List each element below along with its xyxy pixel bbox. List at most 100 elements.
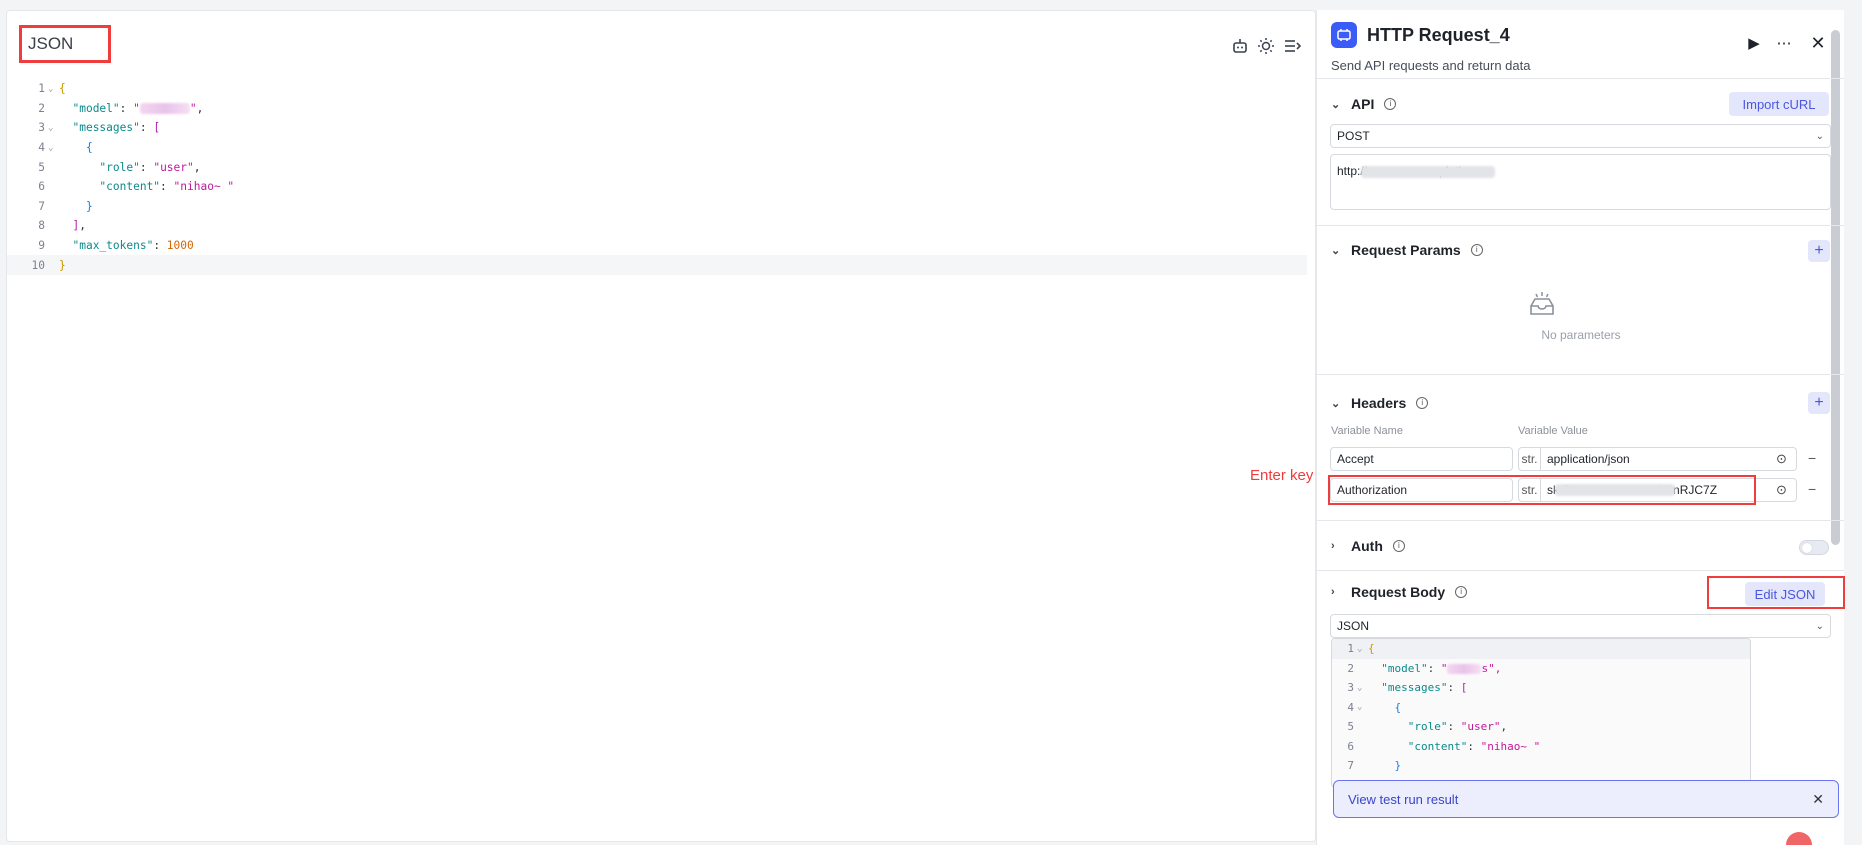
section-request-params[interactable]: ⌄ Request Params i xyxy=(1331,242,1483,258)
line-number: 10 xyxy=(31,258,45,272)
remove-header-button[interactable]: − xyxy=(1808,481,1816,497)
model-key: "model" xyxy=(72,101,120,115)
line-number: 2 xyxy=(38,101,45,115)
chevron-right-icon: › xyxy=(1331,540,1335,552)
code-line: 1 ⌄{ xyxy=(1332,639,1750,659)
redacted-model xyxy=(1447,663,1482,674)
close-icon[interactable]: ✕ xyxy=(1805,30,1831,56)
line-number: 3 xyxy=(38,121,45,135)
col-variable-value: Variable Value xyxy=(1518,425,1588,437)
theme-sun-icon[interactable] xyxy=(1257,37,1277,57)
chevron-down-icon: ⌄ xyxy=(1815,620,1824,632)
fold-icon[interactable]: ⌄ xyxy=(1354,644,1368,654)
robot-icon[interactable] xyxy=(1231,37,1251,57)
import-curl-button[interactable]: Import cURL xyxy=(1729,92,1829,116)
add-param-button[interactable]: + xyxy=(1808,240,1830,262)
run-play-icon[interactable]: ▶ xyxy=(1741,30,1767,56)
fold-icon[interactable]: ⌄ xyxy=(45,84,59,94)
messages-key: "messages" xyxy=(72,121,140,135)
body-type-select[interactable]: JSON ⌄ xyxy=(1330,614,1831,638)
divider xyxy=(1317,374,1844,375)
variable-picker-icon[interactable]: ⊙ xyxy=(1776,451,1796,467)
test-run-toast[interactable]: View test run result ✕ xyxy=(1333,780,1839,818)
editor-header: JSON xyxy=(7,11,1315,63)
editor-title: JSON xyxy=(19,25,111,63)
fold-icon[interactable]: ⌄ xyxy=(1354,683,1368,693)
code-line: 5 "role": "user", xyxy=(1332,717,1750,737)
json-code[interactable]: 1 ⌄{ 2 "model": " ", 3 ⌄ "messages": [ 4 ⌄ {… xyxy=(7,79,1307,275)
section-api[interactable]: ⌄ API i xyxy=(1331,96,1397,112)
header-name-input[interactable]: Accept xyxy=(1330,447,1513,471)
section-params-label: Request Params xyxy=(1351,242,1461,258)
code-line: 2 "model": " s", xyxy=(1332,659,1750,679)
panel-header: HTTP Request_4 xyxy=(1331,22,1510,48)
scrollbar[interactable] xyxy=(1831,30,1840,545)
model-key: "model" xyxy=(1381,661,1428,675)
divider xyxy=(1317,78,1844,79)
info-icon: i xyxy=(1416,397,1429,409)
code-line: 3 ⌄ "messages": [ xyxy=(1332,678,1750,698)
content-value: "nihao~ " xyxy=(173,180,235,194)
max-tokens-value: 1000 xyxy=(166,239,194,253)
close-icon[interactable]: ✕ xyxy=(1812,791,1824,808)
remove-header-button[interactable]: − xyxy=(1808,450,1816,466)
line-number: 5 xyxy=(38,160,45,174)
json-editor-panel: JSON 1 ⌄{ 2 "model": " ", 3 ⌄ "messages": [… xyxy=(6,10,1316,842)
divider xyxy=(1317,570,1844,571)
method-select[interactable]: POST ⌄ xyxy=(1330,124,1831,148)
section-api-label: API xyxy=(1351,96,1375,112)
body-type-value: JSON xyxy=(1337,619,1370,633)
info-icon: i xyxy=(1384,98,1397,110)
more-icon[interactable]: ⋯ xyxy=(1771,30,1797,56)
max-tokens-key: "max_tokens" xyxy=(72,239,154,253)
redacted-model xyxy=(139,103,190,115)
section-body-label: Request Body xyxy=(1351,584,1446,600)
panel-title: HTTP Request_4 xyxy=(1367,24,1510,45)
header-value-input[interactable]: str. application/json ⊙ xyxy=(1518,447,1797,471)
wrap-lines-icon[interactable] xyxy=(1283,37,1303,57)
line-number: 1 xyxy=(1347,642,1354,656)
section-auth-label: Auth xyxy=(1351,538,1383,554)
empty-inbox-icon xyxy=(1527,290,1557,320)
highlight-authorization-row xyxy=(1328,475,1756,505)
section-request-body[interactable]: › Request Body i xyxy=(1331,584,1468,600)
view-test-run-link[interactable]: View test run result xyxy=(1348,792,1458,807)
app-root: JSON 1 ⌄{ 2 "model": " ", 3 ⌄ "messages": [… xyxy=(0,0,1862,845)
code-line: 4 ⌄ { xyxy=(1332,698,1750,718)
fold-icon[interactable]: ⌄ xyxy=(1354,702,1368,712)
col-variable-name: Variable Name xyxy=(1331,425,1403,437)
section-headers[interactable]: ⌄ Headers i xyxy=(1331,395,1429,411)
chevron-down-icon: ⌄ xyxy=(1331,397,1341,410)
model-tail: s", xyxy=(1481,661,1502,675)
code-line: 2 "model": " ", xyxy=(7,99,1307,119)
auth-toggle[interactable] xyxy=(1799,540,1829,555)
header-name-value: Accept xyxy=(1337,452,1374,466)
line-number: 9 xyxy=(38,239,45,253)
content-key: "content" xyxy=(1407,739,1468,753)
info-icon: i xyxy=(1455,586,1468,598)
line-number: 4 xyxy=(38,141,45,155)
info-icon: i xyxy=(1392,540,1405,552)
line-number: 8 xyxy=(38,219,45,233)
role-value: "user" xyxy=(1460,720,1501,734)
fold-icon[interactable]: ⌄ xyxy=(45,123,59,133)
chevron-down-icon: ⌄ xyxy=(1815,130,1824,142)
content-value: "nihao~ " xyxy=(1480,739,1541,753)
body-json-preview[interactable]: 1 ⌄{ 2 "model": " s", 3 ⌄ "messages": [ 4 ⌄ … xyxy=(1331,638,1751,788)
http-request-panel: HTTP Request_4 ▶ ⋯ ✕ Send API requests a… xyxy=(1316,10,1845,845)
role-key: "role" xyxy=(99,160,140,174)
info-icon: i xyxy=(1470,244,1483,256)
chevron-down-icon: ⌄ xyxy=(1331,98,1341,111)
fold-icon[interactable]: ⌄ xyxy=(45,143,59,153)
add-header-button[interactable]: + xyxy=(1808,392,1830,414)
chevron-down-icon: ⌄ xyxy=(1331,244,1341,257)
chevron-right-icon: › xyxy=(1331,586,1335,598)
type-tag[interactable]: str. xyxy=(1519,448,1541,470)
url-input[interactable]: http:// pletions xyxy=(1330,154,1831,210)
divider xyxy=(1317,225,1844,226)
section-auth[interactable]: › Auth i xyxy=(1331,538,1405,554)
code-line: 4 ⌄ { xyxy=(7,138,1307,158)
variable-picker-icon[interactable]: ⊙ xyxy=(1776,482,1796,498)
code-line-active: 10} xyxy=(7,255,1307,275)
code-line: 8 ], xyxy=(7,216,1307,236)
